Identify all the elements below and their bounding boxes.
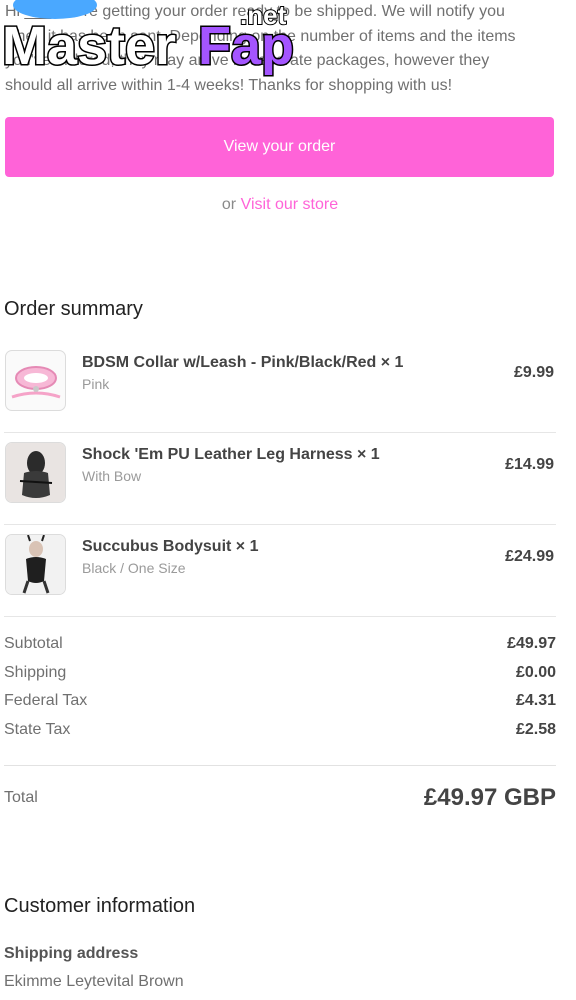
order-item: BDSM Collar w/Leash - Pink/Black/Red × 1…	[4, 340, 556, 433]
visit-store-link[interactable]: Visit our store	[241, 196, 339, 213]
store-link-line: or Visit our store	[0, 196, 560, 214]
item-variant: Black / One Size	[82, 560, 186, 576]
order-item: Shock 'Em PU Leather Leg Harness × 1 Wit…	[4, 432, 556, 525]
pink-collar-image	[5, 350, 66, 411]
totals-table: Subtotal £49.97 Shipping £0.00 Federal T…	[4, 630, 556, 744]
bodysuit-image	[5, 534, 66, 595]
shipping-row: Shipping £0.00	[4, 659, 556, 688]
state-tax-row: State Tax £2.58	[4, 716, 556, 745]
total-value: £49.97 GBP	[423, 784, 556, 811]
item-title: BDSM Collar w/Leash - Pink/Black/Red × 1	[82, 354, 404, 371]
order-item: Succubus Bodysuit × 1 Black / One Size £…	[4, 524, 556, 617]
shipping-label: Shipping	[4, 663, 67, 681]
federal-tax-label: Federal Tax	[4, 692, 88, 710]
federal-tax-value: £4.31	[515, 692, 556, 710]
svg-text:.net: .net	[240, 0, 287, 30]
total-label: Total	[4, 789, 38, 806]
shipping-value: £0.00	[515, 663, 556, 681]
state-tax-label: State Tax	[4, 720, 71, 738]
item-variant: Pink	[82, 376, 110, 392]
subtotal-value: £49.97	[507, 635, 556, 653]
shipping-address-label: Shipping address	[4, 945, 139, 962]
subtotal-label: Subtotal	[4, 635, 63, 653]
item-price: £14.99	[505, 456, 554, 473]
item-variant: With Bow	[82, 468, 142, 484]
view-order-button[interactable]: View your order	[5, 117, 554, 177]
shipping-address-name: Ekimme Leytevital Brown	[4, 973, 184, 990]
totals-divider	[4, 765, 556, 766]
item-title: Succubus Bodysuit × 1	[82, 538, 259, 555]
or-text: or	[221, 196, 237, 213]
subtotal-row: Subtotal £49.97	[4, 630, 556, 659]
state-tax-value: £2.58	[515, 720, 556, 738]
item-price: £9.99	[513, 364, 554, 381]
item-title: Shock 'Em PU Leather Leg Harness × 1	[82, 446, 380, 463]
customer-info-title: Customer information	[4, 895, 196, 917]
watermark-logo: Master Fap .net	[0, 0, 310, 80]
svg-text:Master: Master	[2, 16, 176, 76]
item-price: £24.99	[505, 548, 554, 565]
total-row: Total £49.97 GBP	[4, 784, 556, 812]
order-summary-title: Order summary	[4, 298, 143, 320]
federal-tax-row: Federal Tax £4.31	[4, 687, 556, 716]
leg-harness-image	[5, 442, 66, 503]
